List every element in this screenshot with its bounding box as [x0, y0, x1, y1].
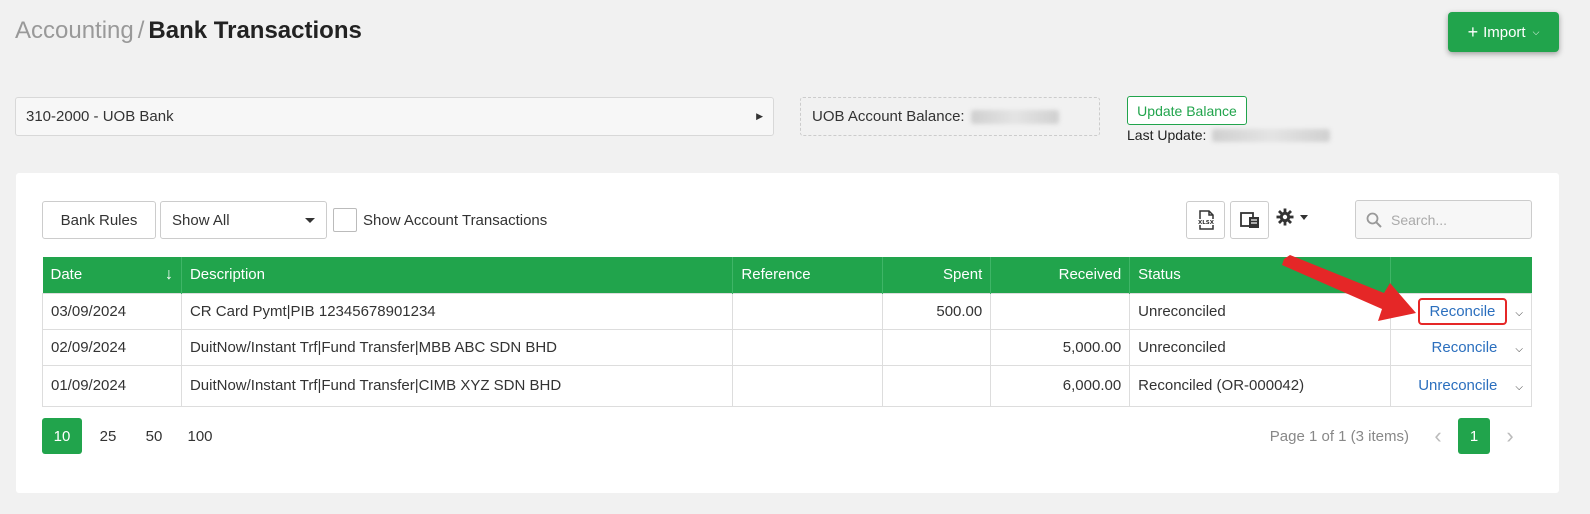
cell-date: 02/09/2024	[42, 328, 182, 366]
chevron-down-icon[interactable]: ⌵	[1515, 382, 1523, 393]
cell-action: Reconcile ⌵	[1389, 292, 1533, 330]
caret-down-icon	[305, 217, 315, 223]
page-size-option[interactable]: 10	[42, 418, 82, 454]
cell-spent	[882, 364, 992, 407]
cell-reference	[732, 292, 884, 330]
search-input[interactable]	[1391, 211, 1511, 228]
filter-select[interactable]: Show All	[160, 201, 327, 239]
column-header-spent[interactable]: Spent	[882, 257, 992, 293]
last-update-label: Last Update:	[1127, 127, 1207, 143]
breadcrumb-separator: /	[137, 17, 145, 44]
chevron-right-icon[interactable]: ›	[1502, 423, 1518, 449]
update-balance-button[interactable]: Update Balance	[1127, 96, 1247, 125]
bank-rules-label: Bank Rules	[60, 211, 138, 229]
cell-date: 01/09/2024	[42, 364, 182, 407]
settings-menu[interactable]	[1276, 208, 1308, 226]
account-balance: UOB Account Balance:	[800, 97, 1100, 136]
column-header-status[interactable]: Status	[1129, 257, 1391, 293]
cell-description: DuitNow/Instant Trf|Fund Transfer|MBB AB…	[180, 328, 734, 366]
cell-action: Reconcile ⌵	[1389, 328, 1533, 366]
cell-spent	[882, 328, 992, 366]
reconcile-button[interactable]: Reconcile	[1422, 336, 1508, 359]
balance-value-redacted	[970, 109, 1059, 124]
plus-icon: +	[1467, 22, 1479, 42]
reconcile-button[interactable]: Reconcile	[1417, 297, 1508, 325]
chevron-left-icon[interactable]: ‹	[1430, 423, 1446, 449]
transactions-panel: Bank Rules Show All Show Account Transac…	[16, 173, 1559, 493]
bank-account-value: 310-2000 - UOB Bank	[26, 108, 174, 125]
bank-rules-button[interactable]: Bank Rules	[42, 201, 156, 239]
import-label: Import	[1483, 23, 1526, 41]
pagination-info: Page 1 of 1 (3 items)	[1269, 428, 1409, 445]
cell-date: 03/09/2024	[42, 292, 182, 330]
breadcrumb-parent[interactable]: Accounting	[15, 17, 134, 44]
cell-received	[990, 292, 1131, 330]
chevron-down-icon[interactable]: ⌵	[1515, 344, 1523, 355]
filter-value: Show All	[172, 211, 230, 229]
caret-right-icon: ▶	[756, 111, 763, 121]
show-account-transactions-label: Show Account Transactions	[363, 211, 548, 229]
cell-description: DuitNow/Instant Trf|Fund Transfer|CIMB X…	[180, 364, 734, 407]
pagination-nav: ‹ 1 ›	[1430, 418, 1518, 454]
svg-text:XLSX: XLSX	[1198, 220, 1215, 226]
last-update: Last Update:	[1127, 127, 1331, 143]
gear-icon	[1276, 208, 1294, 226]
balance-label: UOB Account Balance:	[812, 108, 965, 125]
export-xlsx-button[interactable]: XLSX	[1186, 201, 1225, 239]
table-header-row: Date ↓ Description Reference Spent Receiv…	[42, 257, 1532, 293]
column-header-received[interactable]: Received	[990, 257, 1131, 293]
import-button[interactable]: + Import ⌵	[1448, 12, 1559, 52]
cell-status-link[interactable]: Reconciled (OR-000042)	[1129, 364, 1391, 407]
breadcrumb: Accounting / Bank Transactions	[15, 16, 362, 46]
columns-button[interactable]	[1230, 201, 1269, 239]
cell-description: CR Card Pymt|PIB 12345678901234	[180, 292, 734, 330]
cell-spent: 500.00	[882, 292, 992, 330]
chevron-down-icon: ⌵	[1532, 26, 1540, 37]
page-size-option[interactable]: 100	[180, 418, 220, 454]
page-button-current[interactable]: 1	[1458, 418, 1490, 454]
sort-desc-icon: ↓	[164, 265, 173, 283]
table-row: 03/09/2024 CR Card Pymt|PIB 123456789012…	[42, 292, 1533, 330]
bank-account-select[interactable]: 310-2000 - UOB Bank ▶	[15, 97, 774, 136]
page-size-option[interactable]: 25	[88, 418, 128, 454]
table-row: 02/09/2024 DuitNow/Instant Trf|Fund Tran…	[42, 328, 1533, 366]
column-header-description[interactable]: Description	[181, 257, 734, 293]
unreconcile-button[interactable]: Unreconcile	[1408, 374, 1507, 397]
show-account-transactions[interactable]: Show Account Transactions	[333, 208, 547, 232]
cell-received: 5,000.00	[990, 328, 1131, 366]
column-header-actions	[1390, 257, 1532, 293]
last-update-value-redacted	[1212, 128, 1331, 142]
cell-status: Unreconciled	[1129, 292, 1391, 330]
cell-reference	[732, 364, 884, 407]
transactions-table: Date ↓ Description Reference Spent Receiv…	[42, 257, 1533, 407]
page-size-selector: 10 25 50 100	[42, 418, 226, 454]
chevron-down-icon[interactable]: ⌵	[1515, 308, 1523, 319]
page-title: Bank Transactions	[148, 17, 362, 44]
columns-icon	[1239, 212, 1259, 228]
page-size-option[interactable]: 50	[134, 418, 174, 454]
table-row: 01/09/2024 DuitNow/Instant Trf|Fund Tran…	[42, 364, 1533, 407]
xlsx-icon: XLSX	[1197, 210, 1215, 230]
cell-status: Unreconciled	[1129, 328, 1391, 366]
cell-action: Unreconcile ⌵	[1389, 364, 1533, 407]
column-header-date[interactable]: Date ↓	[42, 257, 182, 293]
update-balance-label: Update Balance	[1137, 102, 1237, 119]
show-account-transactions-checkbox[interactable]	[333, 208, 357, 232]
column-header-reference[interactable]: Reference	[732, 257, 884, 293]
cell-received: 6,000.00	[990, 364, 1131, 407]
search-box	[1355, 200, 1532, 239]
search-icon	[1366, 212, 1382, 228]
cell-reference	[732, 328, 884, 366]
caret-down-icon	[1300, 214, 1308, 220]
